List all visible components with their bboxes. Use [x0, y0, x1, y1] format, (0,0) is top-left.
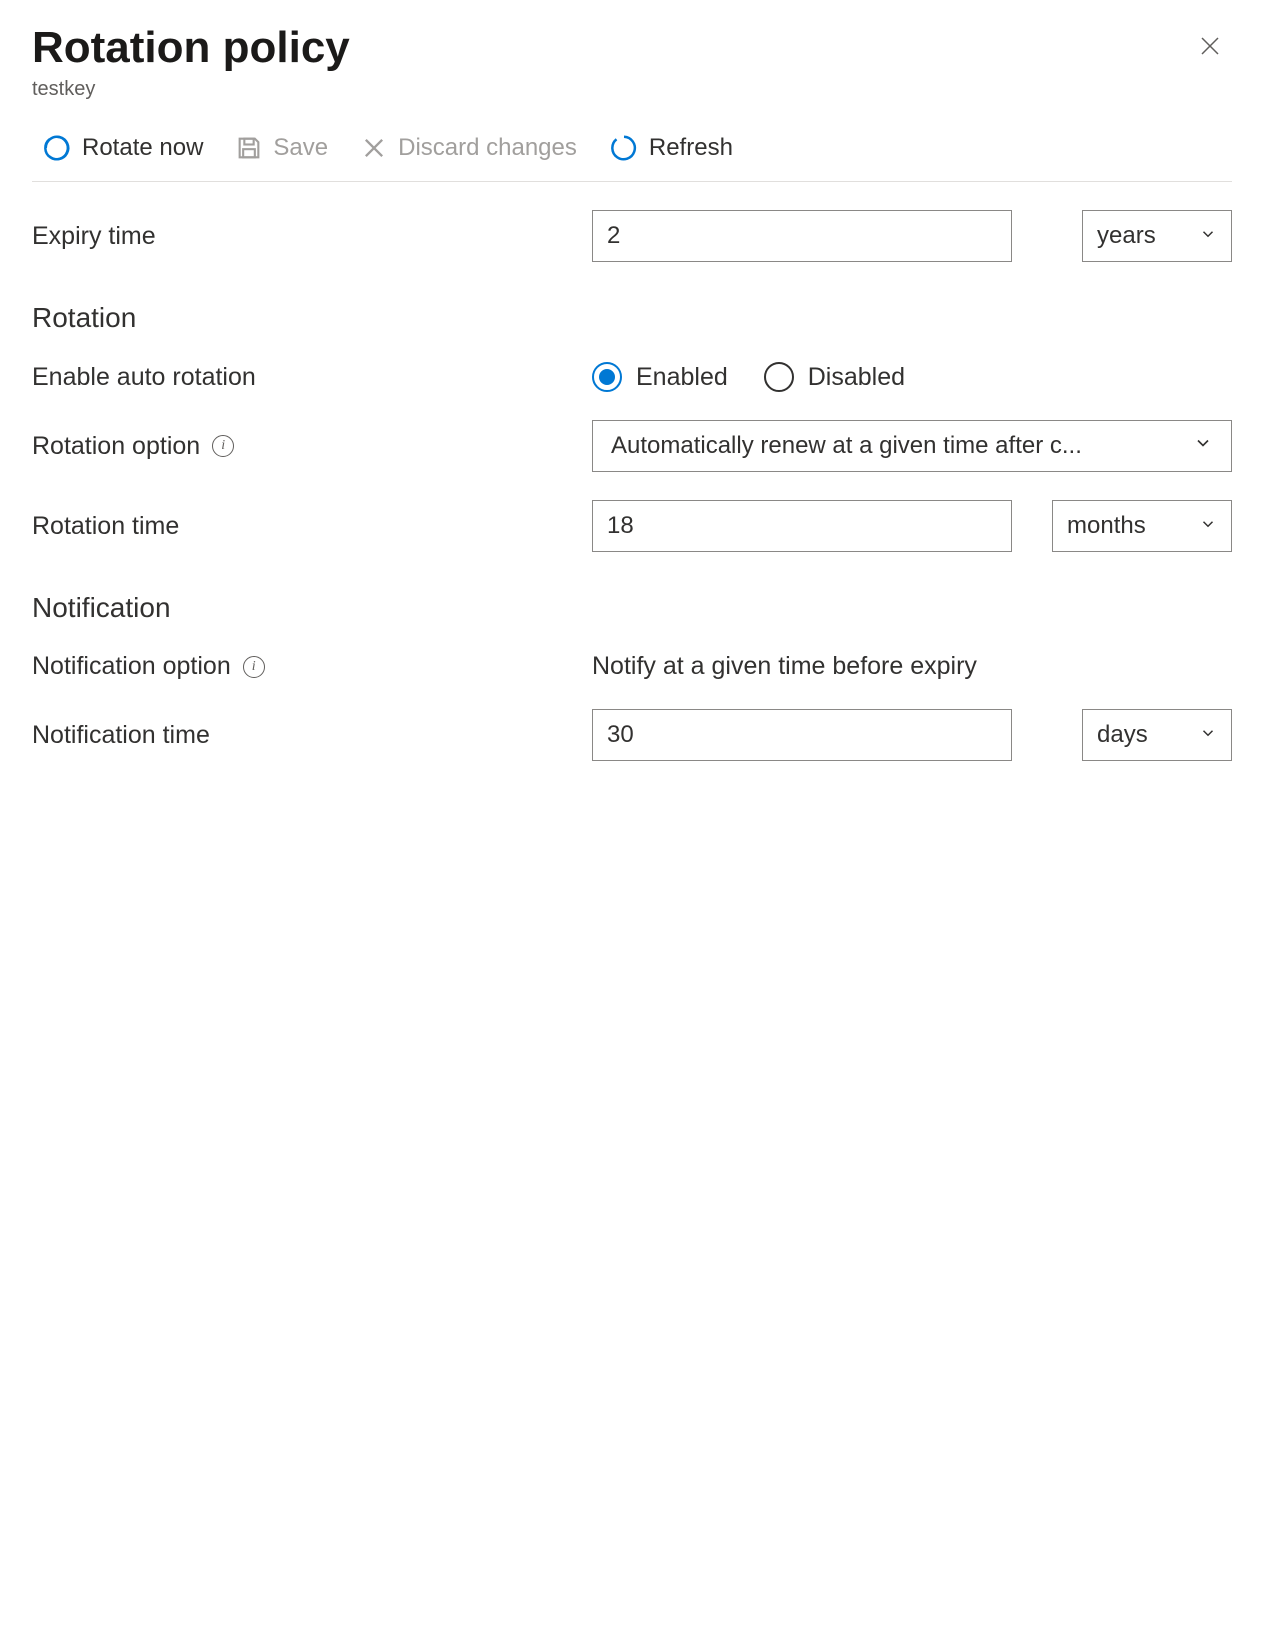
- rotation-time-unit-select[interactable]: months: [1052, 500, 1232, 552]
- discard-icon: [360, 134, 388, 162]
- save-label: Save: [273, 134, 328, 162]
- notification-time-unit-value: days: [1097, 721, 1148, 749]
- rotate-now-label: Rotate now: [82, 134, 203, 162]
- notification-time-input[interactable]: [592, 709, 1012, 761]
- refresh-label: Refresh: [649, 134, 733, 162]
- radio-disabled-circle: [764, 362, 794, 392]
- chevron-down-icon: [1199, 222, 1217, 250]
- rotation-time-input[interactable]: [592, 500, 1012, 552]
- auto-rotation-radio-group: Enabled Disabled: [592, 362, 905, 392]
- info-icon[interactable]: i: [243, 656, 265, 678]
- chevron-down-icon: [1199, 512, 1217, 540]
- rotate-now-button[interactable]: Rotate now: [42, 133, 203, 163]
- expiry-time-label: Expiry time: [32, 222, 572, 251]
- rotation-option-value: Automatically renew at a given time afte…: [611, 432, 1082, 460]
- rotation-section-header: Rotation: [32, 302, 1232, 334]
- discard-label: Discard changes: [398, 134, 577, 162]
- close-icon: [1198, 46, 1222, 61]
- radio-enabled-circle: [592, 362, 622, 392]
- radio-disabled[interactable]: Disabled: [764, 362, 905, 392]
- rotation-time-unit-value: months: [1067, 512, 1146, 540]
- toolbar: Rotate now Save Discard changes Refresh: [32, 109, 1232, 182]
- notification-option-value: Notify at a given time before expiry: [592, 652, 977, 681]
- discard-button: Discard changes: [360, 134, 577, 162]
- save-icon: [235, 134, 263, 162]
- radio-enabled-label: Enabled: [636, 363, 728, 392]
- rotation-option-label: Rotation option i: [32, 432, 572, 461]
- rotate-icon: [42, 133, 72, 163]
- expiry-unit-value: years: [1097, 222, 1156, 250]
- notification-section-header: Notification: [32, 592, 1232, 624]
- chevron-down-icon: [1193, 432, 1213, 460]
- rotation-option-label-text: Rotation option: [32, 432, 200, 461]
- refresh-icon: [609, 133, 639, 163]
- enable-auto-rotation-label: Enable auto rotation: [32, 363, 572, 392]
- notification-time-label: Notification time: [32, 721, 572, 750]
- notification-option-label-text: Notification option: [32, 652, 231, 681]
- radio-disabled-label: Disabled: [808, 363, 905, 392]
- rotation-time-label: Rotation time: [32, 512, 572, 541]
- chevron-down-icon: [1199, 721, 1217, 749]
- radio-enabled[interactable]: Enabled: [592, 362, 728, 392]
- page-subtitle: testkey: [32, 78, 350, 101]
- refresh-button[interactable]: Refresh: [609, 133, 733, 163]
- notification-time-unit-select[interactable]: days: [1082, 709, 1232, 761]
- save-button: Save: [235, 134, 328, 162]
- close-button[interactable]: [1188, 24, 1232, 71]
- rotation-option-select[interactable]: Automatically renew at a given time afte…: [592, 420, 1232, 472]
- expiry-unit-select[interactable]: years: [1082, 210, 1232, 262]
- info-icon[interactable]: i: [212, 435, 234, 457]
- page-title: Rotation policy: [32, 24, 350, 72]
- notification-option-label: Notification option i: [32, 652, 572, 681]
- expiry-time-input[interactable]: [592, 210, 1012, 262]
